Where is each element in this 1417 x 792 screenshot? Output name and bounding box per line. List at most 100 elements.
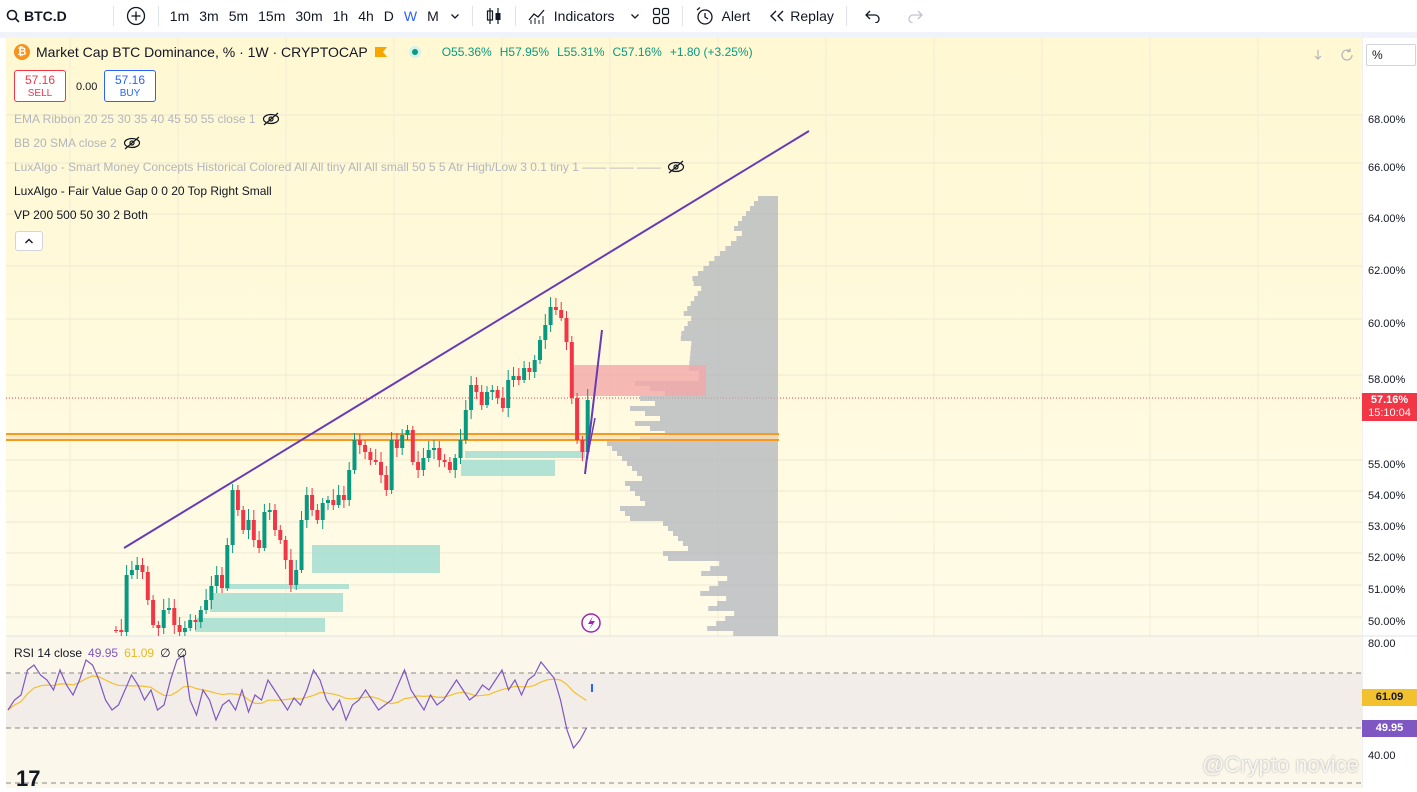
candle-body [426,450,431,458]
volume-profile-bar [640,396,778,401]
volume-profile-bar [630,406,778,411]
candle-body [442,460,447,462]
eye-off-icon[interactable] [262,112,280,126]
candle-body [394,440,399,448]
collapse-legend-button[interactable] [15,231,43,251]
candle-body [548,307,553,325]
volume-profile-bar [709,586,778,591]
candle-body [310,495,315,510]
volume-profile-bar [620,506,778,511]
indicator-label: EMA Ribbon 20 25 30 35 40 45 50 55 close… [14,112,256,126]
volume-profile-bar [741,231,778,236]
volume-profile-bar [690,351,778,356]
candle-body [463,410,468,440]
volume-profile-bar [746,211,778,216]
volume-profile-bar [718,581,778,586]
candle-body [135,565,140,570]
tradingview-logo[interactable]: 17 [16,766,40,792]
candle-body [273,510,277,530]
volume-profile-bar [632,466,778,471]
volume-profile-bar [703,266,778,271]
volume-profile-bar [691,341,778,346]
volume-profile-bar [678,536,778,541]
support-band [6,433,779,441]
candle-body [336,495,341,505]
eye-off-icon[interactable] [123,136,141,150]
candle-body [474,385,479,392]
candle-body [384,475,389,490]
price-axis-label: 53.00% [1368,521,1406,533]
candle-body [267,510,272,512]
candle-body [167,608,171,610]
candle-body [341,495,346,500]
price-axis-label: 58.00% [1368,374,1406,386]
download-button[interactable] [1307,44,1329,66]
indicator-label: BB 20 SMA close 2 [14,136,117,150]
refresh-button[interactable] [1336,44,1358,66]
rsi-ma-value: 61.09 [124,646,155,660]
candle-body [288,560,293,585]
price-axis-label: 54.00% [1368,490,1406,502]
volume-profile-bar [708,606,778,611]
candle-body [331,500,336,505]
candle-body [304,495,309,520]
indicator-legend-bb[interactable]: BB 20 SMA close 2 [14,136,141,150]
fvg-box [461,460,555,476]
volume-profile-bar [701,571,778,576]
flag-icon[interactable] [374,45,388,59]
chart-legend-title[interactable]: ₿ Market Cap BTC Dominance, % · 1W · CRY… [14,44,753,60]
candle-body [495,390,500,398]
volume-profile-bar [637,471,778,476]
candle-body [575,398,580,440]
volume-profile-bar [668,556,778,561]
volume-profile-bar [645,501,778,506]
indicator-legend-ema[interactable]: EMA Ribbon 20 25 30 35 40 45 50 55 close… [14,112,280,126]
sell-price: 57.16 [24,73,56,87]
indicator-legend-fvg[interactable]: LuxAlgo - Fair Value Gap 0 0 20 Top Righ… [14,184,272,198]
volume-profile-bar [707,626,778,631]
volume-profile-bar [683,311,778,316]
price-axis-label: 66.00% [1368,162,1406,174]
volume-profile-bar [730,241,778,246]
buy-button[interactable]: 57.16 BUY [104,70,156,102]
volume-profile-bar [627,461,778,466]
volume-profile-bar [625,511,778,516]
volume-profile-bar [617,451,778,456]
rsi-legend[interactable]: RSI 14 close 49.95 61.09 ∅ ∅ [14,646,187,660]
volume-profile-bar [684,326,778,331]
price-axis-label: 60.00% [1368,318,1406,330]
candle-body [432,448,436,450]
candle-body [516,376,521,380]
candle-body [400,435,405,448]
volume-profile-bar [630,516,778,521]
volume-profile-bar [697,291,778,296]
volume-profile-bar [758,196,778,201]
sell-button[interactable]: 57.16 SELL [14,70,66,102]
candle-body [437,448,442,460]
candle-body [299,520,304,570]
candle-body [469,385,474,410]
indicator-legend-vp[interactable]: VP 200 500 50 30 2 Both [14,208,148,222]
volume-profile-bar [687,321,778,326]
indicator-legend-smc[interactable]: LuxAlgo - Smart Money Concepts Historica… [14,160,685,174]
price-axis-label: 50.00% [1368,616,1406,628]
candle-body [129,570,134,575]
candle-body [225,545,230,588]
volume-profile-bar [714,256,778,261]
eye-off-icon[interactable] [667,160,685,174]
candle-body [553,307,558,310]
volume-profile-bar [673,531,778,536]
candle-body [405,430,410,435]
ohlc-high: H57.95% [499,45,550,59]
watermark-text: @Crypto novice [1202,752,1359,777]
candle-body [368,452,373,460]
market-status-icon[interactable] [408,45,422,59]
rsi-label: RSI 14 close [14,646,83,660]
volume-profile-bar [708,261,778,266]
scale-mode-select[interactable]: % [1366,44,1416,66]
volume-profile-bar [750,206,778,211]
volume-profile-bar [742,216,778,221]
volume-profile-bar [698,376,778,381]
candle-body [580,440,585,452]
volume-profile-bar [734,226,778,231]
